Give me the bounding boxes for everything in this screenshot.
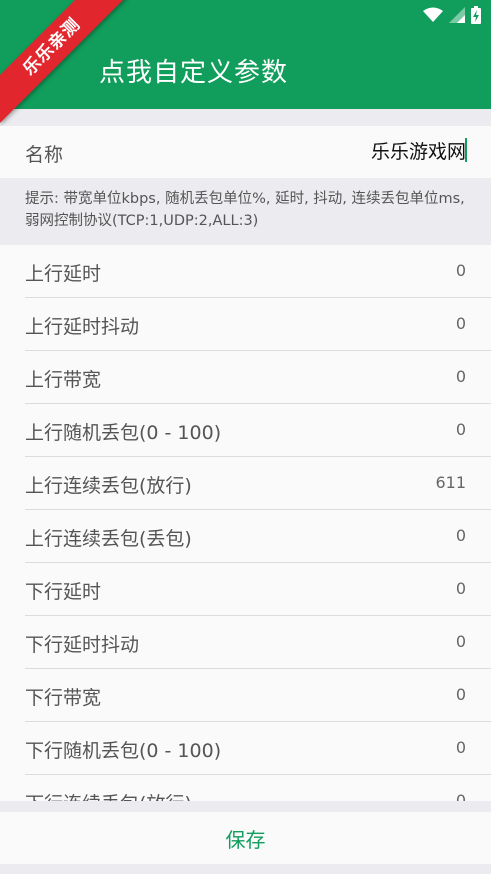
wifi-icon: [423, 7, 443, 22]
bottom-strip: [0, 864, 491, 874]
param-value[interactable]: 611: [435, 473, 466, 492]
name-field-row: 名称: [0, 126, 491, 178]
param-label: 上行连续丢包(丢包): [25, 528, 192, 550]
param-value[interactable]: 0: [456, 791, 466, 801]
param-label: 上行延时: [25, 263, 102, 285]
param-label: 上行延时抖动: [25, 316, 140, 338]
param-label: 下行随机丢包(0 - 100): [25, 740, 222, 762]
battery-charging-icon: [471, 6, 481, 24]
param-label: 下行带宽: [25, 687, 102, 709]
param-row[interactable]: 下行延时抖动 0: [0, 616, 491, 669]
save-button[interactable]: 保存: [226, 824, 266, 853]
param-label: 上行带宽: [25, 369, 102, 391]
param-value[interactable]: 0: [456, 685, 466, 704]
name-input[interactable]: [206, 139, 466, 161]
param-row[interactable]: 上行延时抖动 0: [0, 298, 491, 351]
list-footer-gap: [0, 801, 491, 812]
param-label: 上行连续丢包(放行): [25, 475, 192, 497]
param-row[interactable]: 上行延时 0: [0, 245, 491, 298]
stamp-text: 乐乐亲测: [0, 0, 128, 123]
param-label: 下行延时: [25, 581, 102, 603]
param-value[interactable]: 0: [456, 261, 466, 280]
param-value[interactable]: 0: [456, 420, 466, 439]
hint-text: 提示: 带宽单位kbps, 随机丢包单位%, 延时, 抖动, 连续丢包单位ms,…: [0, 178, 491, 245]
param-row[interactable]: 上行随机丢包(0 - 100) 0: [0, 404, 491, 457]
param-row[interactable]: 上行连续丢包(放行) 611: [0, 457, 491, 510]
param-row[interactable]: 下行随机丢包(0 - 100) 0: [0, 722, 491, 775]
save-bar: 保存: [0, 812, 491, 864]
param-row[interactable]: 上行连续丢包(丢包) 0: [0, 510, 491, 563]
param-value[interactable]: 0: [456, 314, 466, 333]
param-label: 上行随机丢包(0 - 100): [25, 422, 222, 444]
param-row[interactable]: 下行延时 0: [0, 563, 491, 616]
param-row[interactable]: 下行连续丢包(放行) 0: [0, 775, 491, 801]
param-value[interactable]: 0: [456, 526, 466, 545]
param-value[interactable]: 0: [456, 632, 466, 651]
name-label: 名称: [25, 144, 64, 166]
param-label: 下行延时抖动: [25, 634, 140, 656]
param-value[interactable]: 0: [456, 367, 466, 386]
param-row[interactable]: 下行带宽 0: [0, 669, 491, 722]
param-label: 下行连续丢包(放行): [25, 789, 192, 801]
param-value[interactable]: 0: [456, 738, 466, 757]
param-value[interactable]: 0: [456, 579, 466, 598]
param-list: 上行延时 0 上行延时抖动 0 上行带宽 0 上行随机丢包(0 - 100) 0…: [0, 245, 491, 801]
param-row[interactable]: 上行带宽 0: [0, 351, 491, 404]
status-icons: [423, 6, 481, 24]
signal-icon: [449, 7, 465, 23]
text-cursor: [465, 138, 467, 162]
stamp-ribbon: 乐乐亲测: [0, 0, 130, 130]
